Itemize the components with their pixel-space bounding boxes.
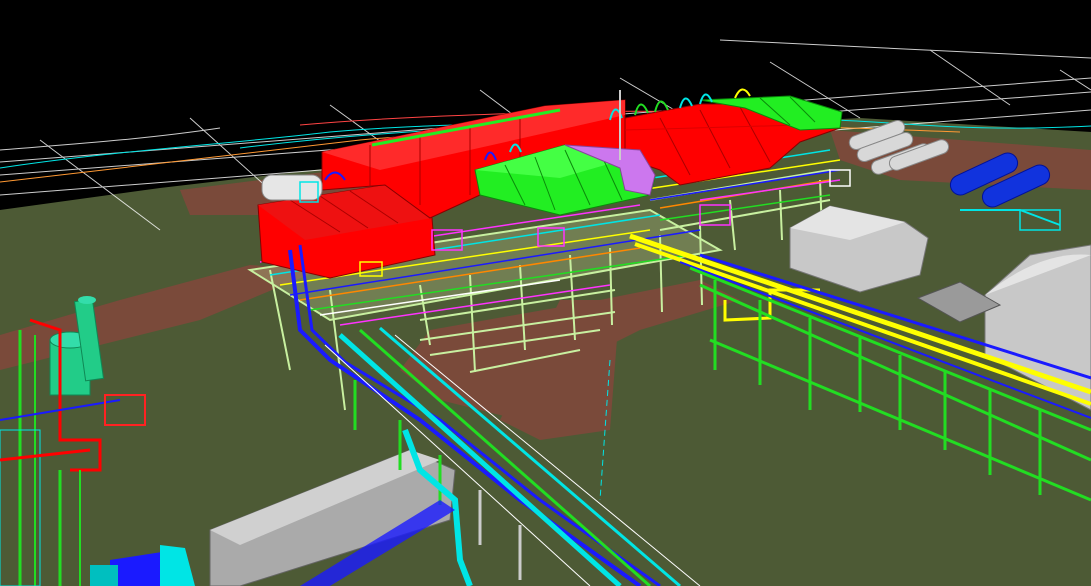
plant-3d-model-scene[interactable] xyxy=(0,0,1091,586)
cad-3d-viewport[interactable] xyxy=(0,0,1091,586)
